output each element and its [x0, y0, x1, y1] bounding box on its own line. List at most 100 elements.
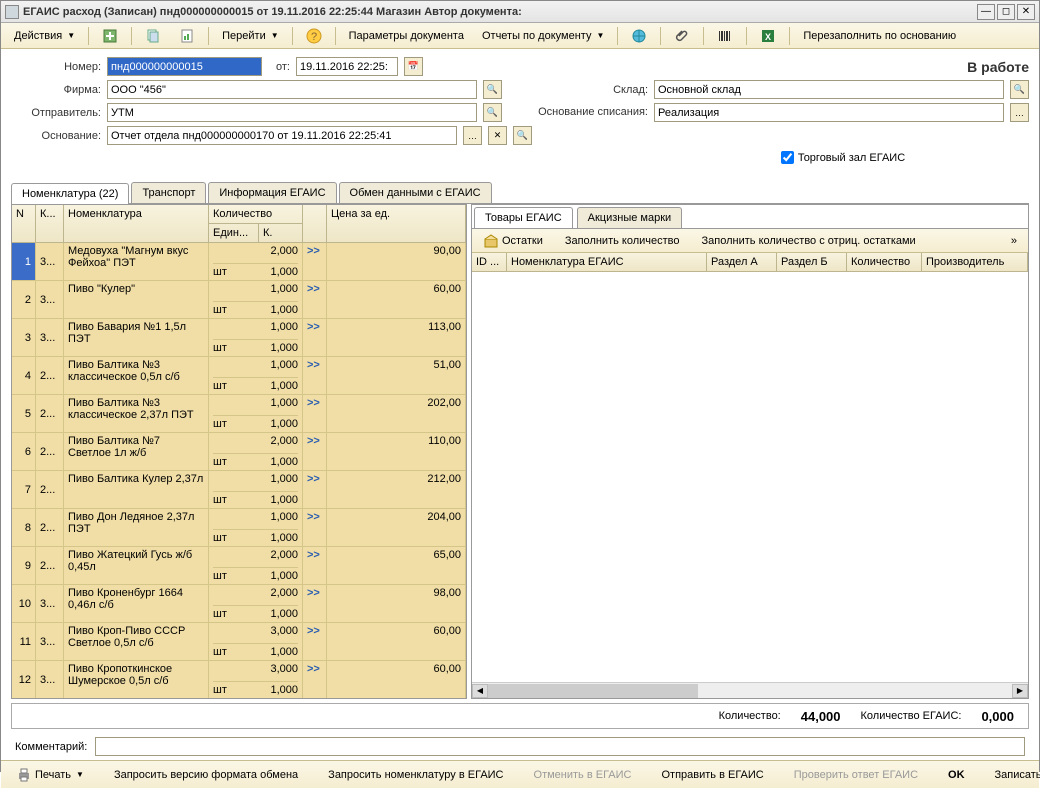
more-icon[interactable]: »	[1004, 231, 1024, 251]
table-row[interactable]: 62...Пиво Балтика №7 Светлое 1л ж/б2,000…	[12, 433, 466, 471]
firm-field[interactable]	[107, 80, 477, 99]
reports-menu[interactable]: Отчеты по документу▼	[475, 26, 611, 46]
basis-clear-icon[interactable]: ✕	[488, 126, 507, 145]
tab-egais-exchange[interactable]: Обмен данными с ЕГАИС	[339, 182, 492, 203]
col-n[interactable]: N	[12, 205, 36, 242]
date-field[interactable]	[296, 57, 398, 76]
save-button[interactable]: Записать	[986, 764, 1040, 786]
arrow-icon[interactable]: >>	[307, 321, 322, 333]
table-row[interactable]: 123...Пиво Кропоткинское Шумерское 0,5л …	[12, 661, 466, 698]
col-qty[interactable]: Количество	[209, 205, 303, 224]
col-price[interactable]: Цена за ед.	[327, 205, 466, 242]
table-row[interactable]: 103...Пиво Кроненбург 1664 0,46л с/б2,00…	[12, 585, 466, 623]
table-row[interactable]: 33...Пиво Бавария №1 1,5л ПЭТ1,000шт1,00…	[12, 319, 466, 357]
scroll-right-icon[interactable]: ▶	[1012, 684, 1028, 698]
rcol-ra[interactable]: Раздел А	[707, 253, 777, 271]
rcol-nom[interactable]: Номенклатура ЕГАИС	[507, 253, 707, 271]
table-row[interactable]: 13...Медовуха "Магнум вкус Фейхоа" ПЭТ2,…	[12, 243, 466, 281]
arrow-icon[interactable]: >>	[307, 511, 322, 523]
balance-button[interactable]: Остатки	[476, 231, 550, 251]
arrow-icon[interactable]: >>	[307, 473, 322, 485]
arrow-icon[interactable]: >>	[307, 359, 322, 371]
table-row[interactable]: 42...Пиво Балтика №3 классическое 0,5л с…	[12, 357, 466, 395]
right-grid-body[interactable]	[472, 272, 1028, 682]
sender-lookup-icon[interactable]: 🔍	[483, 103, 502, 122]
tab-excise[interactable]: Акцизные марки	[577, 207, 683, 228]
fill-neg-button[interactable]: Заполнить количество с отриц. остатками	[695, 231, 923, 251]
rcol-prod[interactable]: Производитель	[922, 253, 1028, 271]
tab-egais-info[interactable]: Информация ЕГАИС	[208, 182, 336, 203]
close-button[interactable]: ✕	[1017, 4, 1035, 20]
arrow-icon[interactable]: >>	[307, 397, 322, 409]
col-code[interactable]: К...	[36, 205, 64, 242]
tz-checkbox[interactable]: Торговый зал ЕГАИС	[781, 151, 905, 164]
copy-icon[interactable]	[138, 26, 168, 46]
col-k[interactable]: К.	[259, 224, 303, 242]
scroll-left-icon[interactable]: ◀	[472, 684, 488, 698]
report-icon[interactable]	[172, 26, 202, 46]
right-scroll[interactable]: ◀ ▶	[472, 682, 1028, 698]
sender-label: Отправитель:	[11, 107, 101, 119]
attach-icon[interactable]	[667, 26, 697, 46]
main-tabs: Номенклатура (22) Транспорт Информация Е…	[11, 182, 1029, 204]
check-egais-button[interactable]: Проверить ответ ЕГАИС	[785, 764, 927, 786]
maximize-button[interactable]: ◻	[997, 4, 1015, 20]
goto-menu[interactable]: Перейти▼	[215, 26, 286, 46]
add-icon[interactable]	[95, 26, 125, 46]
req-version-button[interactable]: Запросить версию формата обмена	[105, 764, 307, 786]
table-row[interactable]: 82...Пиво Дон Ледяное 2,37л ПЭТ1,000шт1,…	[12, 509, 466, 547]
table-row[interactable]: 113...Пиво Кроп-Пиво СССР Светлое 0,5л с…	[12, 623, 466, 661]
arrow-icon[interactable]: >>	[307, 435, 322, 447]
sender-field[interactable]	[107, 103, 477, 122]
table-row[interactable]: 23...Пиво "Кулер"1,000шт1,000>>60,00	[12, 281, 466, 319]
arrow-icon[interactable]: >>	[307, 587, 322, 599]
rcol-id[interactable]: ID ...	[472, 253, 507, 271]
params-button[interactable]: Параметры документа	[342, 26, 471, 46]
ok-button[interactable]: OK	[939, 764, 974, 786]
tz-checkbox-input[interactable]	[781, 151, 794, 164]
table-row[interactable]: 72...Пиво Балтика Кулер 2,37л1,000шт1,00…	[12, 471, 466, 509]
refill-button[interactable]: Перезаполнить по основанию	[796, 26, 963, 46]
globe-icon[interactable]	[624, 26, 654, 46]
calendar-icon[interactable]: 📅	[404, 57, 423, 76]
grid-body[interactable]: 13...Медовуха "Магнум вкус Фейхоа" ПЭТ2,…	[12, 243, 466, 698]
wh-field[interactable]	[654, 80, 1004, 99]
col-arrow	[303, 205, 327, 242]
arrow-icon[interactable]: >>	[307, 625, 322, 637]
col-unit[interactable]: Един...	[209, 224, 259, 242]
excel-icon[interactable]: X	[753, 26, 783, 46]
help-icon[interactable]: ?	[299, 26, 329, 46]
actions-menu[interactable]: Действия▼	[7, 26, 82, 46]
print-button[interactable]: Печать▼	[7, 764, 93, 786]
col-nom[interactable]: Номенклатура	[64, 205, 209, 242]
minimize-button[interactable]: —	[977, 4, 995, 20]
basis-field[interactable]	[107, 126, 457, 145]
reason-lookup-icon[interactable]: …	[1010, 103, 1029, 122]
tab-egais-goods[interactable]: Товары ЕГАИС	[474, 207, 573, 228]
rcol-qty[interactable]: Количество	[847, 253, 922, 271]
basis-sel-icon[interactable]: …	[463, 126, 482, 145]
firm-lookup-icon[interactable]: 🔍	[483, 80, 502, 99]
tab-nomenclature[interactable]: Номенклатура (22)	[11, 183, 129, 204]
wh-lookup-icon[interactable]: 🔍	[1010, 80, 1029, 99]
comment-field[interactable]	[95, 737, 1025, 756]
rcol-rb[interactable]: Раздел Б	[777, 253, 847, 271]
arrow-icon[interactable]: >>	[307, 549, 322, 561]
tab-transport[interactable]: Транспорт	[131, 182, 206, 203]
arrow-icon[interactable]: >>	[307, 245, 322, 257]
fill-qty-button[interactable]: Заполнить количество	[558, 231, 687, 251]
arrow-icon[interactable]: >>	[307, 283, 322, 295]
qty-value: 44,000	[801, 709, 841, 724]
send-egais-button[interactable]: Отправить в ЕГАИС	[652, 764, 772, 786]
table-row[interactable]: 52...Пиво Балтика №3 классическое 2,37л …	[12, 395, 466, 433]
number-field[interactable]	[107, 57, 262, 76]
form-area: Номер: от: 📅 В работе Фирма: 🔍 Склад: 🔍 …	[1, 49, 1039, 176]
cancel-egais-button[interactable]: Отменить в ЕГАИС	[525, 764, 641, 786]
footer: Печать▼ Запросить версию формата обмена …	[1, 760, 1039, 788]
barcode-icon[interactable]	[710, 26, 740, 46]
req-nom-button[interactable]: Запросить номенклатуру в ЕГАИС	[319, 764, 512, 786]
table-row[interactable]: 92...Пиво Жатецкий Гусь ж/б 0,45л2,000шт…	[12, 547, 466, 585]
basis-lookup-icon[interactable]: 🔍	[513, 126, 532, 145]
reason-basis-field[interactable]	[654, 103, 1004, 122]
arrow-icon[interactable]: >>	[307, 663, 322, 675]
